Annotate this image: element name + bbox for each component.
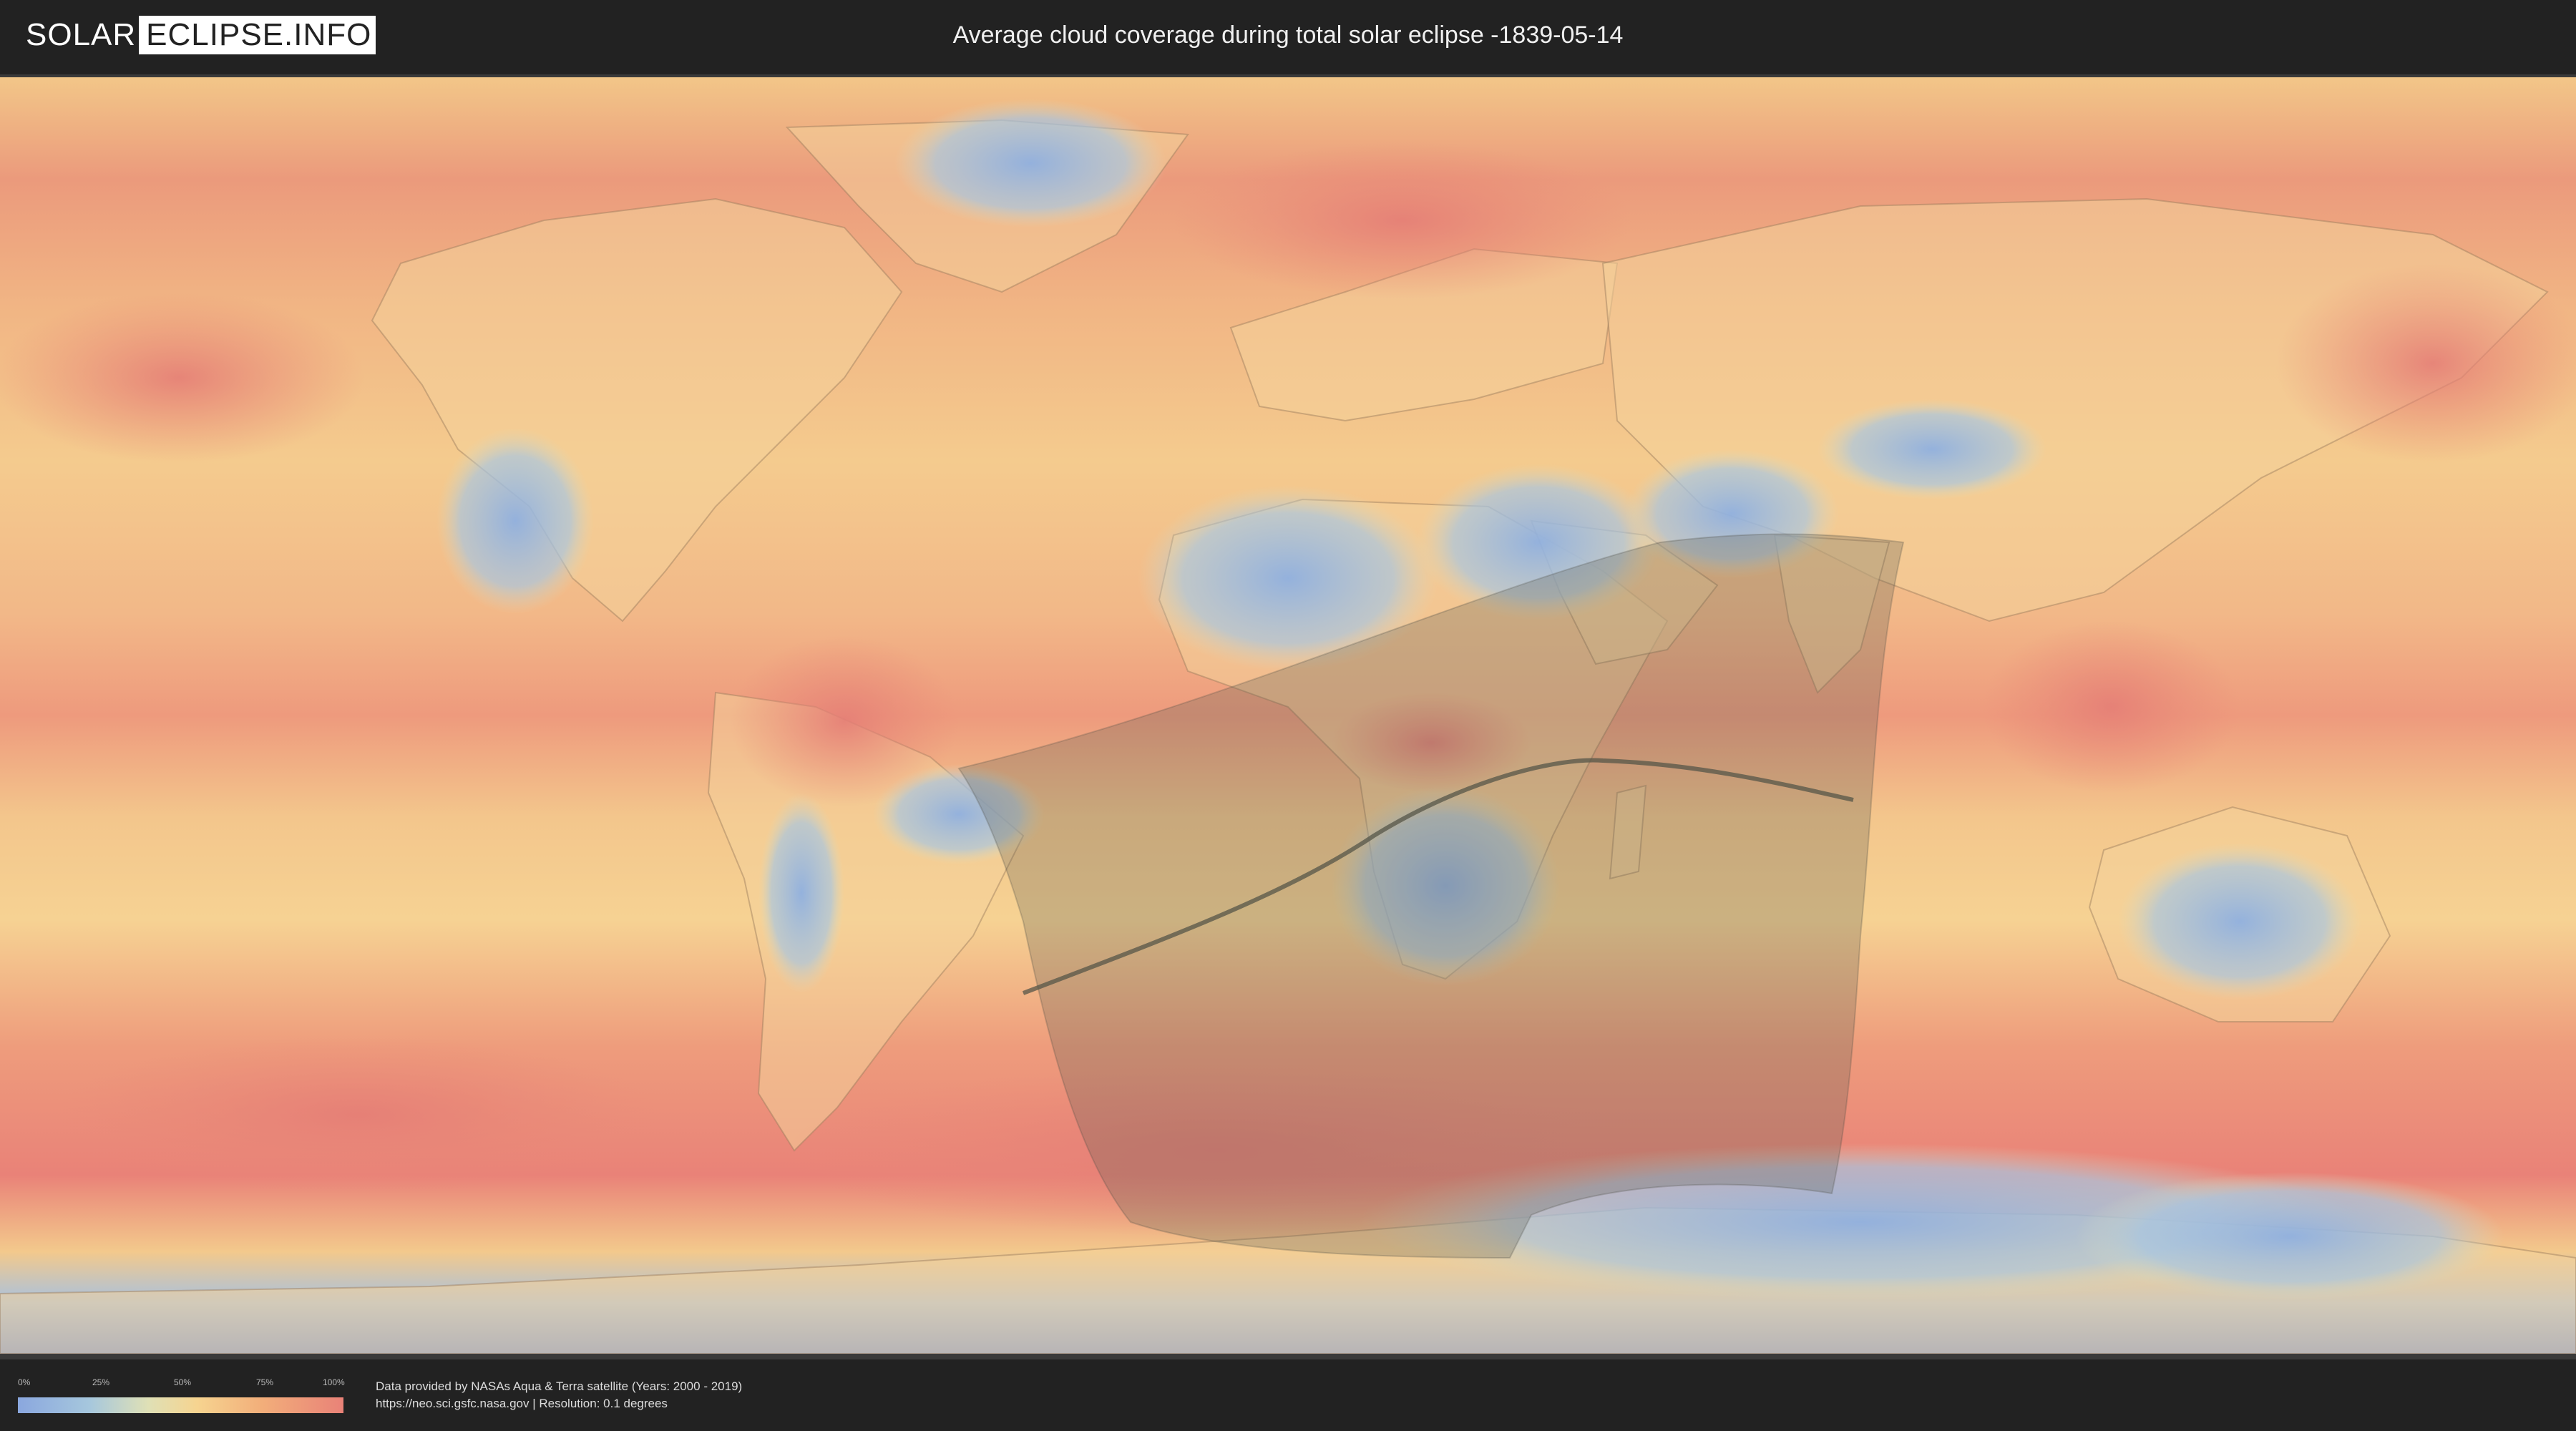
- cloud-coverage-map: [0, 77, 2576, 1354]
- legend-label-25: 25%: [92, 1377, 110, 1387]
- legend-color-bar: [18, 1397, 343, 1413]
- legend-label-100: 100%: [323, 1377, 345, 1387]
- page-title: Average cloud coverage during total sola…: [952, 21, 1624, 49]
- data-credits: Data provided by NASAs Aqua & Terra sate…: [376, 1378, 742, 1412]
- legend-label-0: 0%: [18, 1377, 31, 1387]
- legend-label-50: 50%: [174, 1377, 192, 1387]
- header-bar: SOLAR ECLIPSE.INFO Average cloud coverag…: [0, 0, 2576, 72]
- map-frame: [0, 74, 2576, 1359]
- credit-line-url[interactable]: https://neo.sci.gsfc.nasa.gov | Resoluti…: [376, 1395, 742, 1412]
- legend-label-75: 75%: [256, 1377, 274, 1387]
- cloud-coverage-legend: 0% 25% 50% 75% 100%: [18, 1377, 345, 1413]
- legend-labels: 0% 25% 50% 75% 100%: [18, 1377, 345, 1387]
- credit-line-source: Data provided by NASAs Aqua & Terra sate…: [376, 1379, 743, 1393]
